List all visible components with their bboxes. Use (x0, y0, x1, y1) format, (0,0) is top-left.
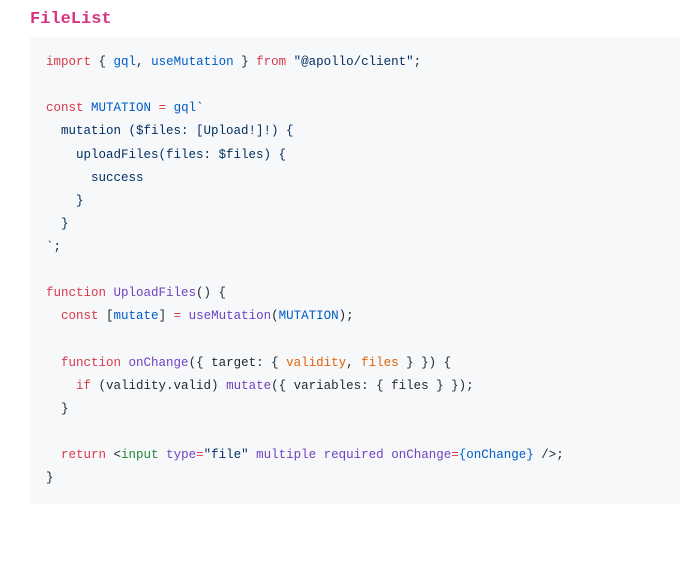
code-token (46, 379, 76, 393)
code-token: {onChange} (459, 448, 534, 462)
code-token (181, 309, 189, 323)
code-token: } (46, 471, 54, 485)
code-token: mutate (226, 379, 271, 393)
code-token: MUTATION (91, 101, 151, 115)
code-token: mutate (114, 309, 159, 323)
code-token: if (76, 379, 91, 393)
code-token: ` (196, 101, 204, 115)
section-title: FileList (30, 10, 680, 29)
code-token: input (121, 448, 159, 462)
code-token: validity (286, 356, 346, 370)
code-token: useMutation (189, 309, 272, 323)
code-token: />; (534, 448, 564, 462)
code-token: gql (114, 55, 137, 69)
code-token: } (46, 194, 84, 208)
code-token: onChange (129, 356, 189, 370)
code-token: function (61, 356, 121, 370)
document-root: FileList import { gql, useMutation } fro… (0, 0, 700, 524)
code-token: [ (99, 309, 114, 323)
code-token: = (159, 101, 167, 115)
code-token: multiple (256, 448, 316, 462)
code-token: mutation ($files: [Upload!]!) { (46, 124, 294, 138)
code-block: import { gql, useMutation } from "@apoll… (30, 37, 680, 504)
code-token: import (46, 55, 91, 69)
code-token: uploadFiles(files: $files) { (46, 148, 286, 162)
code-token (106, 286, 114, 300)
code-token (159, 448, 167, 462)
code-token: ` (46, 240, 54, 254)
code-token: (validity.valid) (91, 379, 226, 393)
code-token: from (256, 55, 286, 69)
code-token: onChange (391, 448, 451, 462)
code-token: = (451, 448, 459, 462)
code-token: } (46, 217, 69, 231)
code-token: ; (54, 240, 62, 254)
code-token: , (136, 55, 151, 69)
code-token (46, 448, 61, 462)
code-token: return (61, 448, 106, 462)
code-token: ; (414, 55, 422, 69)
code-token: useMutation (151, 55, 234, 69)
code-token: ); (339, 309, 354, 323)
code-token: } (234, 55, 257, 69)
code-token: const (61, 309, 99, 323)
code-token: function (46, 286, 106, 300)
code-token: "file" (204, 448, 249, 462)
code-token: MUTATION (279, 309, 339, 323)
code-token: const (46, 101, 84, 115)
code-token: = (174, 309, 182, 323)
code-token: UploadFiles (114, 286, 197, 300)
code-token: success (46, 171, 144, 185)
code-token: () { (196, 286, 226, 300)
code-token: = (196, 448, 204, 462)
code-token: } (46, 402, 69, 416)
code-token (166, 101, 174, 115)
code-token (316, 448, 324, 462)
code-token: ( (271, 309, 279, 323)
code-token: type (166, 448, 196, 462)
code-token: < (106, 448, 121, 462)
code-token: "@apollo/client" (294, 55, 414, 69)
code-token (46, 356, 61, 370)
code-token: required (324, 448, 384, 462)
code-token: files (361, 356, 399, 370)
code-token (249, 448, 257, 462)
code-token: } }) { (399, 356, 452, 370)
code-token (84, 101, 92, 115)
code-token: ] (159, 309, 174, 323)
code-token (151, 101, 159, 115)
code-token: { (91, 55, 114, 69)
code-token (46, 309, 61, 323)
code-token (121, 356, 129, 370)
code-token (286, 55, 294, 69)
code-token: , (346, 356, 361, 370)
code-token: gql (174, 101, 197, 115)
code-token: ({ target: { (189, 356, 287, 370)
code-token: ({ variables: { files } }); (271, 379, 474, 393)
